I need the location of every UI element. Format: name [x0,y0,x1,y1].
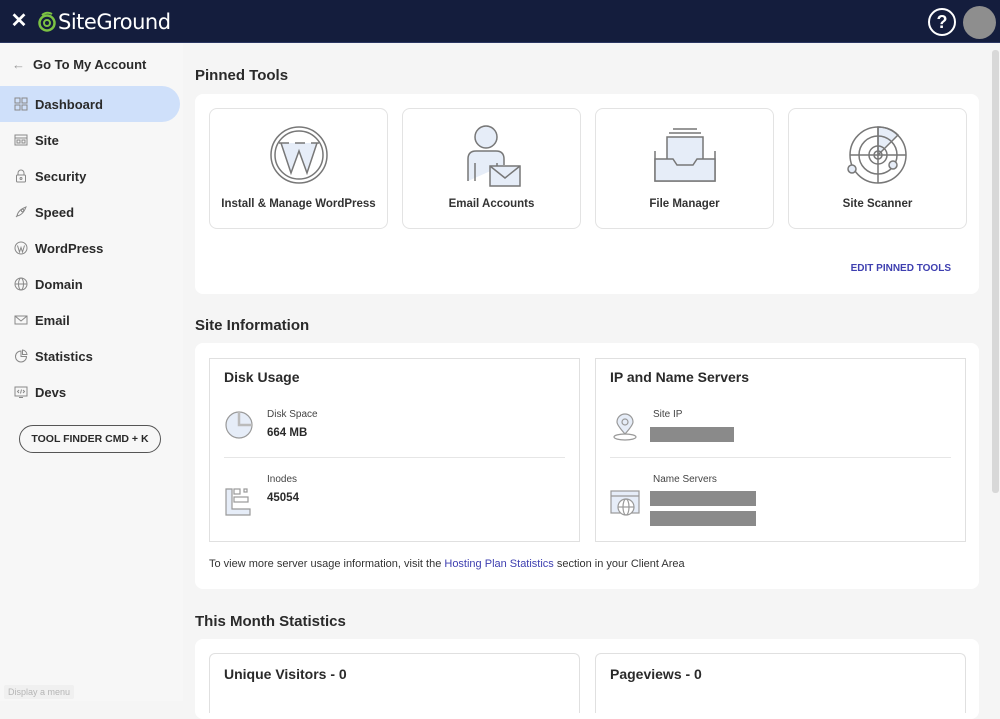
footnote: To view more server usage information, v… [209,558,685,570]
email-accounts-icon [466,125,521,187]
sidebar-item-label: Email [35,312,70,328]
close-icon[interactable]: ✕ [10,10,28,32]
sidebar-item-devs[interactable]: Devs [0,374,180,410]
brand-name: SiteGround [58,10,171,34]
disk-usage-card: Disk Usage Disk Space 664 MB Inodes 4505… [209,358,580,542]
sidebar-item-dashboard[interactable]: Dashboard [0,86,180,122]
globe-icon [14,277,28,291]
tool-card-label: Email Accounts [448,198,535,210]
arrow-left-icon: ← [12,56,25,72]
tool-card-file-manager[interactable]: File Manager [595,108,774,229]
sidebar-item-wordpress[interactable]: WordPress [0,230,180,266]
unique-visitors-card: Unique Visitors - 0 [209,653,580,713]
top-bar: ✕ SiteGround ? [0,0,1000,43]
pinned-tools-panel: Install & Manage WordPress Email Account… [195,94,979,294]
sidebar-item-email[interactable]: Email [0,302,180,338]
grid-icon [14,97,28,111]
sidebar-item-label: Devs [35,384,67,400]
avatar[interactable] [963,6,996,39]
tool-card-label: Site Scanner [842,198,913,210]
disk-space-value: 664 MB [267,427,308,439]
disk-space-icon [225,411,253,439]
sidebar-item-statistics[interactable]: Statistics [0,338,180,374]
help-button[interactable]: ? [928,8,956,36]
sidebar-item-label: Dashboard [35,96,103,112]
pageviews-title: Pageviews - 0 [610,666,702,682]
display-menu-tooltip: Display a menu [4,685,75,699]
edit-pinned-tools-link[interactable]: EDIT PINNED TOOLS [851,263,951,274]
siteground-logo-icon [38,11,56,32]
pinned-tools-title: Pinned Tools [195,67,289,84]
divider [610,457,951,458]
envelope-icon [14,313,28,327]
site-icon [14,133,28,147]
site-ip-label: Site IP [653,409,683,420]
ip-name-servers-title: IP and Name Servers [610,369,750,385]
wordpress-icon [14,241,28,255]
location-pin-icon [613,413,637,441]
code-icon [14,385,28,399]
sidebar-item-label: Statistics [35,348,93,364]
sidebar-item-label: Site [35,132,59,148]
hosting-plan-statistics-link[interactable]: Hosting Plan Statistics [444,558,553,570]
name-servers-label: Name Servers [653,474,717,485]
wordpress-icon [269,126,328,184]
tool-card-site-scanner[interactable]: Site Scanner [788,108,967,229]
sidebar-item-security[interactable]: Security [0,158,180,194]
inodes-icon [225,488,251,516]
sidebar-item-label: Speed [35,204,75,220]
siteground-logo[interactable]: SiteGround [38,8,171,36]
file-manager-icon [653,128,716,182]
tool-finder-button[interactable]: TOOL FINDER CMD + K [19,425,161,453]
inodes-value: 45054 [267,492,299,504]
disk-space-label: Disk Space [267,409,318,420]
radar-icon [846,126,907,184]
divider [224,457,565,458]
sidebar-item-site[interactable]: Site [0,122,180,158]
sidebar-item-label: WordPress [35,240,104,256]
sidebar-item-label: Security [35,168,87,184]
scrollbar[interactable] [992,50,999,493]
sidebar: ← Go To My Account Dashboard Site Securi… [0,43,183,701]
tool-card-label: File Manager [649,198,720,210]
pie-chart-icon [14,349,28,363]
site-information-panel: Disk Usage Disk Space 664 MB Inodes 4505… [195,343,979,589]
month-statistics-title: This Month Statistics [195,613,346,630]
sidebar-item-speed[interactable]: Speed [0,194,180,230]
inodes-label: Inodes [267,474,298,485]
sidebar-item-label: Domain [35,276,83,292]
month-statistics-panel: Unique Visitors - 0 Pageviews - 0 [195,639,979,719]
web-globe-icon [610,490,640,516]
main-content: Pinned Tools Install & Manage WordPress … [183,43,1000,719]
tool-card-email-accounts[interactable]: Email Accounts [402,108,581,229]
ip-name-servers-card: IP and Name Servers Site IP Name Servers [595,358,966,542]
site-information-title: Site Information [195,317,310,334]
disk-usage-title: Disk Usage [224,369,300,385]
go-to-my-account-link[interactable]: ← Go To My Account [12,55,146,73]
sidebar-item-domain[interactable]: Domain [0,266,180,302]
name-server-1-redacted [650,491,756,506]
footnote-text-end: section in your Client Area [553,558,685,570]
tool-card-label: Install & Manage WordPress [221,198,376,210]
pageviews-card: Pageviews - 0 [595,653,966,713]
name-server-2-redacted [650,511,756,526]
site-ip-redacted [650,427,734,442]
back-link-label: Go To My Account [33,56,147,72]
footnote-text: To view more server usage information, v… [209,558,445,570]
unique-visitors-title: Unique Visitors - 0 [224,666,347,682]
rocket-icon [14,205,28,219]
lock-icon [14,169,28,183]
tool-card-wordpress[interactable]: Install & Manage WordPress [209,108,388,229]
